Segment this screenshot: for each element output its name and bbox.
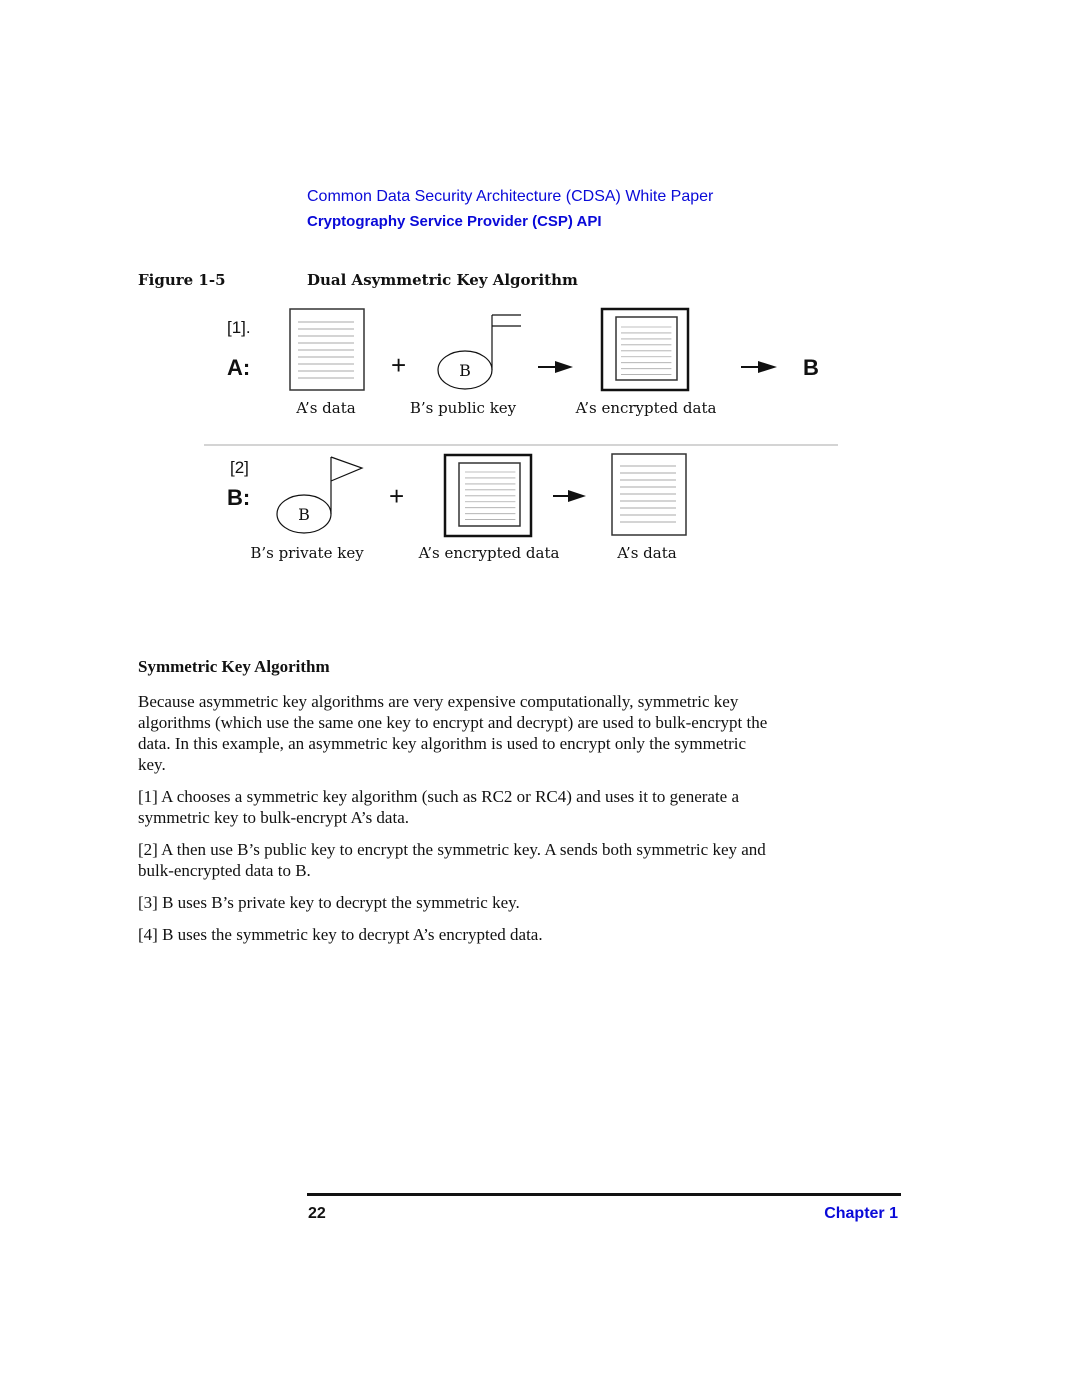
text-line: [4] B uses the symmetric key to decrypt … bbox=[138, 925, 543, 944]
step-1-actor: A: bbox=[227, 355, 250, 380]
dual-asymmetric-key-diagram: [1]. A: + B B A’s data B’s public key A’… bbox=[204, 307, 838, 562]
text-line: key. bbox=[138, 755, 166, 774]
text-line: algorithms (which use the same one key t… bbox=[138, 713, 768, 732]
text-line: bulk-encrypted data to B. bbox=[138, 861, 311, 880]
step-1-row: [1]. A: + B B A’s data B’s public key A’… bbox=[227, 307, 819, 417]
text-line: [2] A then use B’s public key to encrypt… bbox=[138, 840, 766, 859]
text-line: data. In this example, an asymmetric key… bbox=[138, 734, 747, 753]
text-line: [1] A chooses a symmetric key algorithm … bbox=[138, 787, 740, 806]
public-key-icon: B bbox=[437, 314, 521, 390]
label-b-private-key: B’s private key bbox=[250, 544, 364, 562]
key-letter: B bbox=[459, 361, 471, 380]
encrypted-document-icon bbox=[600, 307, 690, 392]
step-2-row: [2] B: B + B’s private key A’s encrypted… bbox=[227, 453, 687, 562]
arrow-right-icon bbox=[538, 361, 573, 373]
step-2-actor: B: bbox=[227, 485, 250, 510]
key-letter: B bbox=[298, 505, 310, 524]
step-paragraph-4: [4] B uses the symmetric key to decrypt … bbox=[138, 924, 908, 945]
step-2-index: [2] bbox=[230, 458, 249, 477]
private-key-icon: B bbox=[276, 456, 364, 534]
label-a-encrypted-data: A’s encrypted data bbox=[418, 544, 560, 562]
step-1-index: [1]. bbox=[227, 318, 251, 337]
arrow-right-icon bbox=[553, 490, 586, 502]
step-paragraph-2: [2] A then use B’s public key to encrypt… bbox=[138, 839, 908, 881]
label-a-data: A’s data bbox=[616, 544, 676, 562]
arrow-right-icon bbox=[741, 361, 777, 373]
page-number: 22 bbox=[308, 1205, 326, 1222]
step-paragraph-1: [1] A chooses a symmetric key algorithm … bbox=[138, 786, 908, 828]
document-icon bbox=[289, 308, 365, 391]
text-line: [3] B uses B’s private key to decrypt th… bbox=[138, 893, 520, 912]
section-heading: Symmetric Key Algorithm bbox=[138, 657, 330, 676]
document-icon bbox=[611, 453, 687, 536]
label-a-data: A’s data bbox=[295, 399, 355, 417]
chapter-link[interactable]: Chapter 1 bbox=[824, 1205, 898, 1223]
plus-operator: + bbox=[389, 481, 404, 511]
text-line: symmetric key to bulk-encrypt A’s data. bbox=[138, 808, 409, 827]
encrypted-document-icon bbox=[443, 453, 533, 538]
label-a-encrypted-data: A’s encrypted data bbox=[575, 399, 717, 417]
step-paragraph-3: [3] B uses B’s private key to decrypt th… bbox=[138, 892, 908, 913]
intro-paragraph: Because asymmetric key algorithms are ve… bbox=[138, 691, 908, 775]
destination-label: B bbox=[803, 355, 819, 380]
text-line: Because asymmetric key algorithms are ve… bbox=[138, 692, 739, 711]
plus-operator: + bbox=[391, 350, 406, 380]
label-b-public-key: B’s public key bbox=[410, 399, 517, 417]
footer-rule bbox=[307, 1193, 901, 1196]
